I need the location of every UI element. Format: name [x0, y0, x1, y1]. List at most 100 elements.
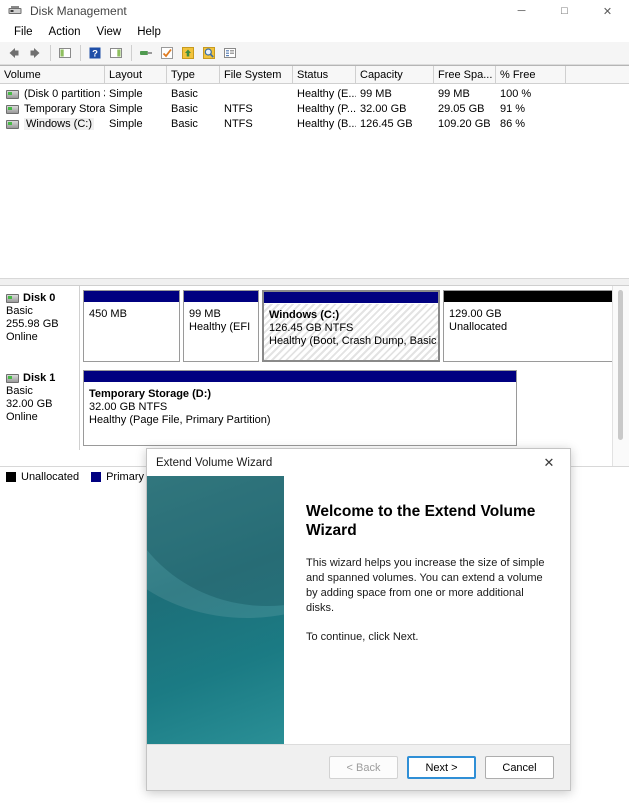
- extend-volume-wizard-dialog[interactable]: Extend Volume Wizard ✕ Welcome to the Ex…: [146, 448, 571, 791]
- partition-size: 450 MB: [89, 308, 127, 320]
- cell-status: Healthy (B...: [297, 118, 356, 130]
- column-header-capacity[interactable]: Capacity: [356, 66, 434, 83]
- partition-body: 99 MB Healthy (EFI: [184, 303, 258, 361]
- disk-row-0[interactable]: Disk 0 Basic 255.98 GB Online 450 MB 99 …: [0, 286, 629, 366]
- close-button[interactable]: ✕: [586, 0, 629, 22]
- disk-pane-scrollbar[interactable]: [612, 286, 629, 466]
- disk-name-1: Disk 1: [6, 372, 79, 385]
- partition-windows-c[interactable]: Windows (C:) 126.45 GB NTFS Healthy (Boo…: [262, 290, 440, 362]
- menu-action[interactable]: Action: [41, 24, 89, 40]
- column-header-free-space[interactable]: Free Spa...: [434, 66, 496, 83]
- wizard-banner-image: [147, 476, 284, 744]
- cell-volume-label: (Disk 0 partition 3): [24, 88, 105, 100]
- partition-size: 129.00 GB: [449, 308, 502, 320]
- column-header-status[interactable]: Status: [293, 66, 356, 83]
- wizard-close-button[interactable]: ✕: [528, 449, 570, 476]
- disk-kind-0: Basic: [6, 305, 33, 317]
- cancel-button[interactable]: Cancel: [485, 756, 554, 779]
- disk-label: Disk 1: [23, 372, 56, 384]
- table-row[interactable]: Windows (C:) Simple Basic NTFS Healthy (…: [0, 117, 629, 131]
- volume-list-header: Volume Layout Type File System Status Ca…: [0, 66, 629, 84]
- cell-status: Healthy (P...: [297, 103, 356, 115]
- partition-temporary-storage-d[interactable]: Temporary Storage (D:) 32.00 GB NTFS Hea…: [83, 370, 517, 446]
- menu-view[interactable]: View: [89, 24, 130, 40]
- partition-status: Unallocated: [449, 321, 508, 333]
- partition-cap-bar: [444, 291, 621, 303]
- forward-icon[interactable]: [25, 43, 45, 63]
- partition-body: Temporary Storage (D:) 32.00 GB NTFS Hea…: [84, 383, 516, 445]
- disk-graphical-view[interactable]: Disk 0 Basic 255.98 GB Online 450 MB 99 …: [0, 286, 629, 467]
- wizard-heading: Welcome to the Extend Volume Wizard: [306, 503, 536, 539]
- menu-help[interactable]: Help: [129, 24, 169, 40]
- partition-status: Healthy (EFI: [189, 321, 251, 333]
- legend-swatch-unallocated: [6, 472, 16, 482]
- cell-volume-label: Temporary Storag...: [24, 103, 105, 115]
- show-action-pane-icon[interactable]: [106, 43, 126, 63]
- toolbar-separator: [50, 45, 51, 61]
- disk-partitions-0: 450 MB 99 MB Healthy (EFI Windows (C:) 1…: [80, 286, 629, 366]
- disk-partitions-1: Temporary Storage (D:) 32.00 GB NTFS Hea…: [80, 366, 629, 450]
- disk-row-1[interactable]: Disk 1 Basic 32.00 GB Online Temporary S…: [0, 366, 629, 450]
- show-hide-console-tree-icon[interactable]: [55, 43, 75, 63]
- list-view-icon[interactable]: [220, 43, 240, 63]
- back-icon[interactable]: [4, 43, 24, 63]
- cell-percent-free: 86 %: [500, 118, 526, 130]
- pane-splitter[interactable]: [0, 279, 629, 286]
- menu-file[interactable]: File: [6, 24, 41, 40]
- cell-file-system: NTFS: [224, 103, 253, 115]
- legend-item-unallocated: Unallocated: [6, 471, 79, 483]
- partition-efi[interactable]: 99 MB Healthy (EFI: [183, 290, 259, 362]
- table-row[interactable]: Temporary Storag... Simple Basic NTFS He…: [0, 102, 629, 116]
- partition-cap-bar: [84, 291, 179, 303]
- drive-icon: [6, 119, 19, 129]
- partition-recovery[interactable]: 450 MB: [83, 290, 180, 362]
- partition-body: 450 MB: [84, 303, 179, 361]
- partition-size: 126.45 GB NTFS: [269, 322, 354, 334]
- wizard-description: This wizard helps you increase the size …: [306, 557, 545, 614]
- window-title: Disk Management: [30, 4, 127, 18]
- refresh-icon[interactable]: [157, 43, 177, 63]
- rescan-disks-icon[interactable]: [178, 43, 198, 63]
- column-header-file-system[interactable]: File System: [220, 66, 293, 83]
- wizard-body: Welcome to the Extend Volume Wizard This…: [147, 476, 570, 744]
- cell-volume-label: Windows (C:): [24, 118, 95, 130]
- cell-capacity: 32.00 GB: [360, 103, 407, 115]
- minimize-button[interactable]: ─: [500, 0, 543, 22]
- disk-label: Disk 0: [23, 292, 56, 304]
- partition-unallocated[interactable]: 129.00 GB Unallocated: [443, 290, 622, 362]
- cell-layout: Simple: [109, 118, 143, 130]
- cell-free-space: 109.20 GB: [438, 118, 491, 130]
- partition-status: Healthy (Page File, Primary Partition): [89, 414, 271, 426]
- partition-cap-bar: [84, 371, 516, 383]
- partition-title: Temporary Storage (D:): [89, 388, 212, 400]
- toolbar-separator: [80, 45, 81, 61]
- column-header-volume[interactable]: Volume: [0, 66, 105, 83]
- drive-icon: [6, 89, 19, 99]
- cell-capacity: 126.45 GB: [360, 118, 413, 130]
- column-header-percent-free[interactable]: % Free: [496, 66, 566, 83]
- cell-layout: Simple: [109, 88, 143, 100]
- wizard-continue-hint: To continue, click Next.: [306, 631, 419, 643]
- toolbar: ?: [0, 42, 629, 65]
- cell-layout: Simple: [109, 103, 143, 115]
- drive-icon: [6, 104, 19, 114]
- column-header-type[interactable]: Type: [167, 66, 220, 83]
- disk-info-0: Disk 0 Basic 255.98 GB Online: [0, 286, 80, 366]
- cell-free-space: 99 MB: [438, 88, 470, 100]
- back-button[interactable]: < Back: [329, 756, 398, 779]
- next-button[interactable]: Next >: [407, 756, 476, 779]
- search-icon[interactable]: [199, 43, 219, 63]
- disk-state-1: Online: [6, 411, 38, 423]
- help-icon[interactable]: ?: [85, 43, 105, 63]
- column-header-layout[interactable]: Layout: [105, 66, 167, 83]
- window-controls: ─ □ ✕: [500, 0, 629, 22]
- scrollbar-thumb[interactable]: [618, 290, 623, 440]
- volume-list[interactable]: Volume Layout Type File System Status Ca…: [0, 65, 629, 279]
- properties-icon[interactable]: [136, 43, 156, 63]
- maximize-button[interactable]: □: [543, 0, 586, 22]
- column-header-blank[interactable]: [566, 66, 629, 83]
- partition-title: Windows (C:): [269, 309, 340, 321]
- table-row[interactable]: (Disk 0 partition 3) Simple Basic Health…: [0, 87, 629, 101]
- cell-type: Basic: [171, 118, 198, 130]
- toolbar-separator: [131, 45, 132, 61]
